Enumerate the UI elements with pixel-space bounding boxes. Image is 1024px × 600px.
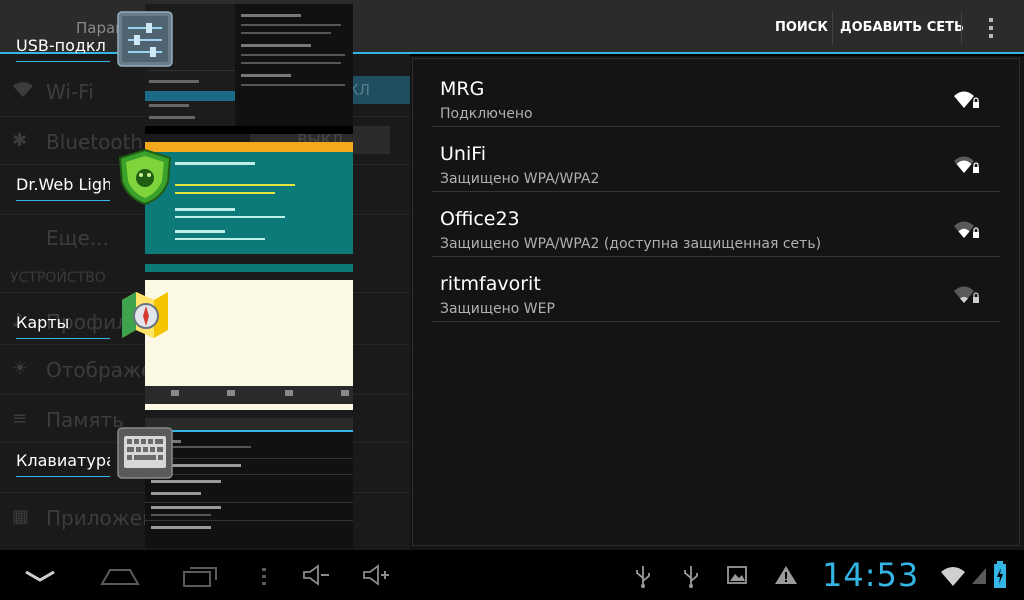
status-clock: 14:53: [822, 556, 920, 594]
network-item[interactable]: UniFi Защищено WPA/WPA2: [432, 127, 1000, 192]
network-item[interactable]: ritmfavorit Защищено WEP: [432, 257, 1000, 322]
overflow-menu-icon[interactable]: [986, 16, 996, 40]
action-divider: [832, 12, 833, 44]
recent-apps-panel: USB-подкл Dr.Web Ligh Карты Клавиатура: [0, 0, 360, 550]
volume-down-icon[interactable]: [302, 564, 330, 586]
wifi-network-list: MRG Подключено UniFi Защищено WPA/WPA2 O…: [410, 56, 1024, 550]
network-ssid: MRG: [440, 78, 485, 100]
battery-charging-icon: [994, 561, 1006, 588]
network-item[interactable]: MRG Подключено: [432, 62, 1000, 127]
add-network-button[interactable]: ДОБАВИТЬ СЕТЬ: [840, 0, 964, 54]
network-status: Защищено WPA/WPA2 (доступна защищенная с…: [440, 236, 822, 252]
signal-icon: [972, 568, 986, 584]
home-icon[interactable]: [100, 566, 140, 586]
wifi-signal-locked-icon: [954, 286, 979, 303]
recent-thumbnail-keyboard[interactable]: [145, 418, 353, 548]
recent-app-label[interactable]: USB-подкл: [16, 36, 110, 62]
recent-app-label[interactable]: Карты: [16, 313, 110, 339]
network-ssid: ritmfavorit: [440, 273, 541, 295]
recent-thumbnail-settings[interactable]: [145, 4, 353, 134]
network-status: Защищено WPA/WPA2: [440, 171, 600, 187]
screenshot-image-icon: [727, 566, 747, 584]
menu-icon[interactable]: [261, 566, 267, 586]
maps-app-icon[interactable]: [116, 286, 174, 344]
wifi-signal-locked-icon: [954, 156, 979, 173]
recent-app-label[interactable]: Dr.Web Ligh: [16, 175, 110, 201]
usb-debug-icon: [684, 566, 698, 588]
recent-app-label[interactable]: Клавиатура: [16, 451, 110, 477]
recent-thumbnail-maps[interactable]: [145, 280, 353, 410]
network-ssid: UniFi: [440, 143, 487, 165]
volume-up-icon[interactable]: [362, 564, 390, 586]
hide-keyboard-icon[interactable]: [24, 568, 56, 584]
action-divider: [961, 12, 962, 44]
network-ssid: Office23: [440, 208, 520, 230]
recent-thumbnail-drweb[interactable]: [145, 142, 353, 272]
recent-apps-icon[interactable]: [182, 564, 220, 588]
drweb-app-icon[interactable]: [116, 148, 174, 206]
warning-icon: [775, 566, 797, 584]
network-status: Подключено: [440, 106, 533, 122]
settings-app-icon[interactable]: [116, 10, 174, 68]
wifi-signal-locked-icon: [954, 91, 979, 108]
usb-icon: [636, 566, 650, 588]
network-item[interactable]: Office23 Защищено WPA/WPA2 (доступна защ…: [432, 192, 1000, 257]
wifi-status-icon: [941, 567, 965, 586]
network-status: Защищено WEP: [440, 301, 555, 317]
keyboard-app-icon[interactable]: [116, 424, 174, 482]
wifi-signal-locked-icon: [954, 221, 979, 238]
search-button[interactable]: ПОИСК: [775, 0, 828, 54]
